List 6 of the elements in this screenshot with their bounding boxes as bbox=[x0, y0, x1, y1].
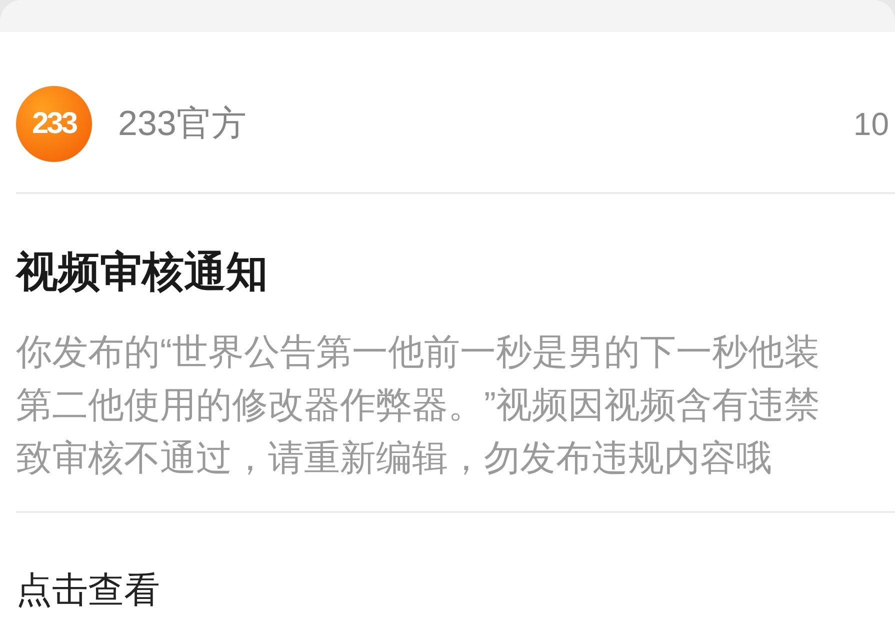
notice-message: 你发布的“世界公告第一他前一秒是男的下一秒他装 第二他使用的修改器作弊器。”视频因视频含有违禁 致审核不通过，请重新编辑，勿发布违规内容哦 bbox=[16, 330, 821, 480]
sender-name: 233官方 bbox=[118, 102, 246, 145]
message-time: 10 bbox=[853, 105, 890, 144]
notice-title: 视频审核通知 bbox=[16, 247, 269, 297]
avatar-logo-text: 233 bbox=[32, 109, 76, 139]
view-details-link[interactable]: 点击查看 bbox=[16, 569, 160, 610]
